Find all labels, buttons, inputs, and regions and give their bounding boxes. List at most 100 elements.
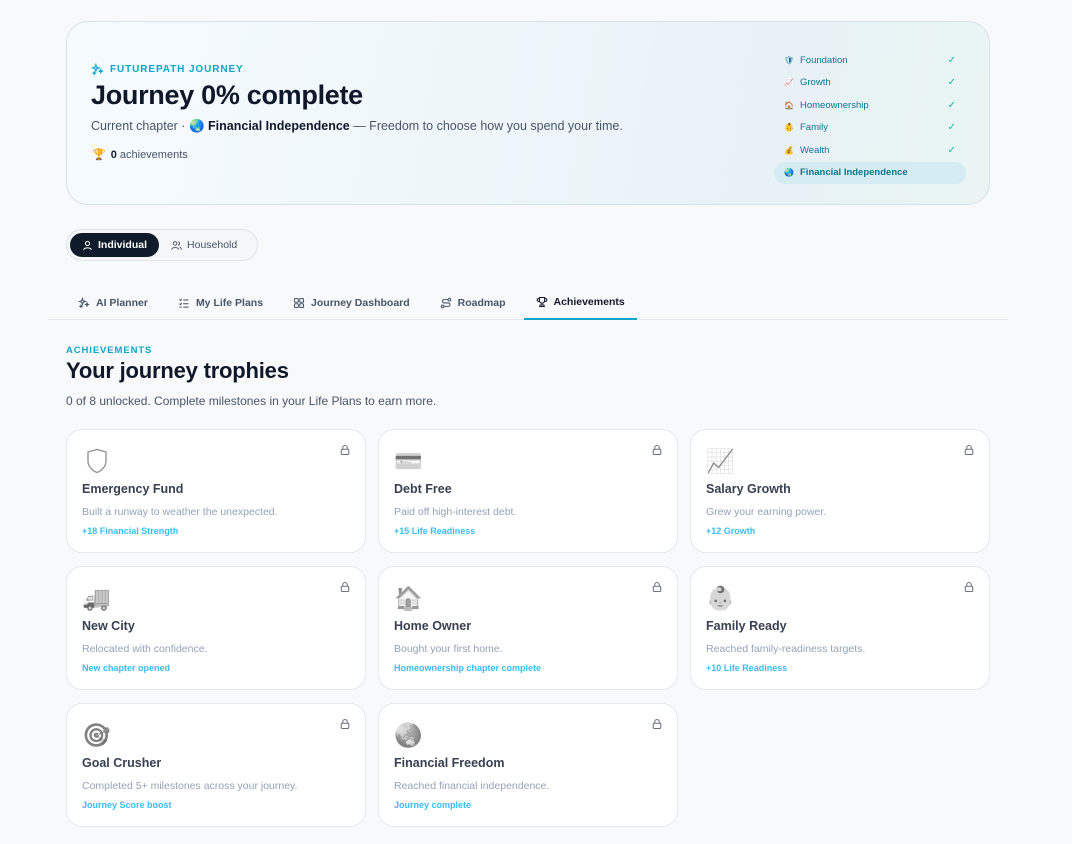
achievement-card-family-ready[interactable]: 👶 Family Ready Reached family-readiness … [690,566,990,690]
route-icon [440,297,451,309]
lock-icon [340,444,350,456]
achievements-summary: 🏆 0 achievements [92,148,188,162]
achievement-description: Bought your first home. [394,643,503,655]
money-bag-icon: 💰 [784,145,794,155]
current-chapter-line: Current chapter · 🌏 Financial Independen… [91,119,623,134]
chapter-item-foundation[interactable]: 🛡 Foundation ✓ [774,49,966,72]
chapter-item-family[interactable]: 👶 Family ✓ [774,117,966,140]
list-checks-icon [179,298,189,308]
achievements-label: achievements [116,148,188,161]
chapter-item-label: Homeownership [800,99,869,111]
achievement-title: Salary Growth [706,482,791,496]
achievement-card-debt-free[interactable]: 💳 Debt Free Paid off high-interest debt.… [378,429,678,553]
chart-increasing-icon: 📈 [706,448,735,474]
users-icon [171,240,182,250]
current-chapter-description: — Freedom to choose how you spend your t… [349,119,623,133]
section-eyebrow: ACHIEVEMENTS [66,345,153,356]
lock-icon [652,718,662,730]
chapter-item-label: Family [800,122,828,134]
globe-icon: 🌏 [188,119,205,133]
achievement-title: Goal Crusher [82,756,162,770]
lock-icon [340,718,350,730]
tab-roadmap[interactable]: Roadmap [428,286,518,320]
check-icon: ✓ [947,99,956,111]
current-chapter-prefix: Current chapter · [91,119,189,133]
chapter-item-wealth[interactable]: 💰 Wealth ✓ [774,139,966,162]
achievement-card-emergency-fund[interactable]: Emergency Fund Built a runway to weather… [66,429,366,553]
achievement-description: Built a runway to weather the unexpected… [82,506,278,518]
chart-icon: 📈 [784,78,794,88]
achievement-card-home-owner[interactable]: 🏠 Home Owner Bought your first home. Hom… [378,566,678,690]
chapter-item-label: Wealth [800,144,830,156]
main-tabs: AI Planner My Life Plans Journey Dashboa… [48,286,1008,320]
individual-mode-button[interactable]: Individual [70,233,160,257]
truck-icon: 🚚 [82,585,111,611]
chapter-list: 🛡 Foundation ✓ 📈 Growth ✓ 🏠 Homeownershi… [774,49,966,184]
house-icon: 🏠 [784,100,794,110]
sparkles-icon [91,63,104,76]
check-icon: ✓ [947,54,956,66]
chapter-item-label: Financial Independence [800,167,908,179]
achievement-description: Relocated with confidence. [82,643,208,655]
baby-icon: 👶 [706,585,735,611]
achievement-title: Financial Freedom [394,756,505,770]
tab-label: Roadmap [457,297,506,309]
tab-achievements[interactable]: Achievements [523,286,637,320]
trophy-icon [536,296,547,308]
lock-icon [340,581,350,593]
sparkles-icon [78,297,90,309]
achievement-description: Reached financial independence. [394,780,550,792]
user-icon [83,240,92,250]
tab-my-life-plans[interactable]: My Life Plans [166,286,275,320]
hero-eyebrow: FUTUREPATH JOURNEY [91,63,244,76]
target-icon: 🎯 [82,722,111,748]
journey-hero-card: FUTUREPATH JOURNEY Journey 0% complete C… [66,21,990,205]
household-mode-button[interactable]: Household [159,233,249,257]
achievement-reward: +12 Growth [706,526,756,536]
achievement-title: Emergency Fund [82,482,184,496]
current-chapter-name: Financial Independence [208,119,350,133]
globe-icon: 🌏 [784,168,794,178]
achievement-reward: New chapter opened [82,663,171,673]
tab-label: My Life Plans [195,297,264,309]
achievement-card-salary-growth[interactable]: 📈 Salary Growth Grew your earning power.… [690,429,990,553]
chapter-item-label: Foundation [800,54,848,66]
achievement-card-goal-crusher[interactable]: 🎯 Goal Crusher Completed 5+ milestones a… [66,703,366,827]
chapter-item-homeownership[interactable]: 🏠 Homeownership ✓ [774,94,966,117]
achievement-title: Home Owner [394,619,472,633]
chapter-item-label: Growth [800,77,831,89]
check-icon: ✓ [947,122,956,134]
trophy-icon: 🏆 [92,149,106,161]
plan-mode-toggle: Individual Household [66,229,258,261]
achievement-description: Paid off high-interest debt. [394,506,517,518]
achievement-reward: +15 Life Readiness [394,526,476,536]
grid-icon [294,297,305,309]
baby-icon: 👶 [784,123,794,133]
section-subtitle: 0 of 8 unlocked. Complete milestones in … [66,394,437,408]
achievement-description: Completed 5+ milestones across your jour… [82,780,298,792]
achievement-title: Family Ready [706,619,787,633]
shield-icon: 🛡 [784,55,795,65]
achievement-card-financial-freedom[interactable]: 🌏 Financial Freedom Reached financial in… [378,703,678,827]
hero-eyebrow-text: FUTUREPATH JOURNEY [110,64,244,75]
credit-card-icon: 💳 [394,448,423,474]
achievement-reward: Journey complete [394,800,472,810]
achievement-card-new-city[interactable]: 🚚 New City Relocated with confidence. Ne… [66,566,366,690]
individual-mode-label: Individual [98,239,148,251]
achievement-description: Reached family-readiness targets. [706,643,866,655]
globe-icon: 🌏 [394,722,423,748]
chapter-item-financial-independence[interactable]: 🌏 Financial Independence [774,161,966,184]
shield-icon [82,446,112,476]
household-mode-label: Household [187,239,238,251]
check-icon: ✓ [947,77,956,89]
achievement-title: Debt Free [394,482,452,496]
lock-icon [964,444,974,456]
chapter-item-growth[interactable]: 📈 Growth ✓ [774,72,966,95]
tab-ai-planner[interactable]: AI Planner [66,286,160,320]
tab-journey-dashboard[interactable]: Journey Dashboard [281,286,422,320]
achievement-reward: Journey Score boost [82,800,172,810]
achievement-title: New City [82,619,135,633]
lock-icon [652,581,662,593]
tab-label: Journey Dashboard [311,297,410,309]
achievement-description: Grew your earning power. [706,506,827,518]
